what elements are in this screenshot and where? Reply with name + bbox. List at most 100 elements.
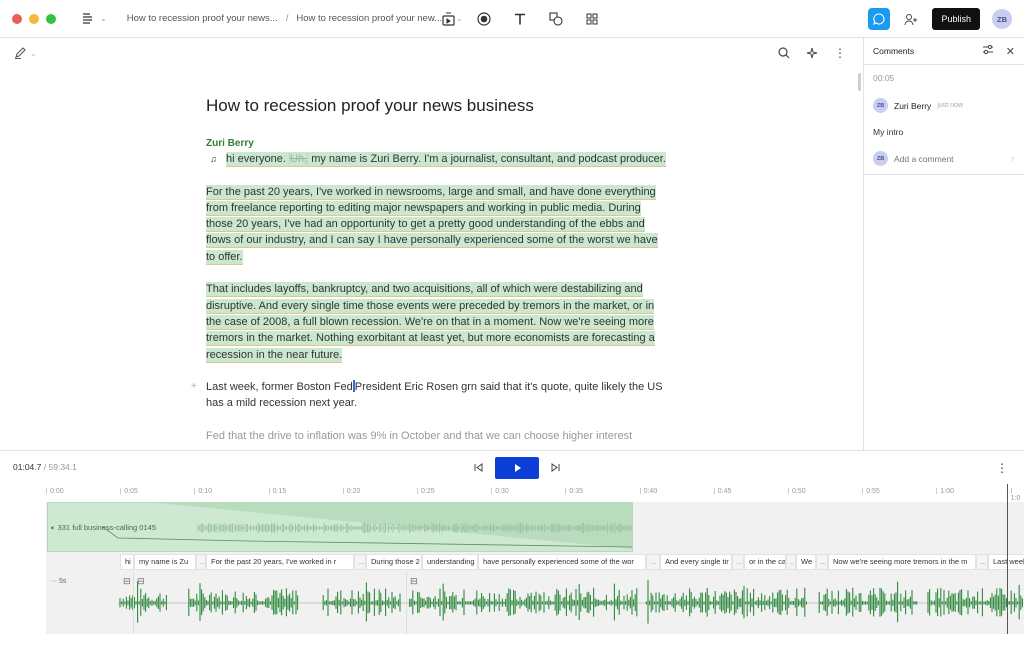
breadcrumb-project[interactable]: How to recession proof your news... xyxy=(127,13,278,24)
word-chip[interactable]: hi xyxy=(120,554,134,570)
ruler-tick: 0:15 xyxy=(269,488,287,495)
word-chip[interactable]: Last week, xyxy=(988,554,1024,570)
playhead[interactable] xyxy=(1007,484,1008,634)
speaker-label[interactable]: Zuri Berry xyxy=(206,138,666,149)
word-chip[interactable]: Now we're seeing more tremors in the m xyxy=(828,554,976,570)
comment-icon xyxy=(873,13,885,25)
word-gap-chip[interactable]: ... xyxy=(646,554,660,570)
user-avatar[interactable]: ZB xyxy=(992,9,1012,29)
skip-forward-icon[interactable] xyxy=(551,462,560,474)
playback-controls xyxy=(474,457,560,479)
ruler-tick: 1:00 xyxy=(936,488,954,495)
transcript-paragraph[interactable]: For the past 20 years, I've worked in ne… xyxy=(206,184,666,265)
publish-button[interactable]: Publish xyxy=(932,8,980,30)
window-controls xyxy=(12,13,56,24)
removed-filler-word[interactable]: Uh, xyxy=(289,153,309,165)
record-icon[interactable] xyxy=(476,11,492,27)
text-icon[interactable] xyxy=(512,11,528,27)
word-gap-chip[interactable]: .. xyxy=(786,554,796,570)
comment-author: ZB Zuri Berry just now xyxy=(873,98,1015,113)
ruler-tick: 0:05 xyxy=(120,488,138,495)
send-arrow-icon[interactable]: ↑ xyxy=(1011,154,1016,164)
word-chip[interactable]: During those 2 xyxy=(366,554,422,570)
comments-toggle-button[interactable] xyxy=(868,8,891,30)
editor-actions: ⋮ xyxy=(777,46,847,60)
time-readout: 01:04.7 / 59:34.1 xyxy=(13,462,77,472)
comment-text: My intro xyxy=(873,127,904,137)
ruler-tick: 0:50 xyxy=(788,488,806,495)
music-clip[interactable]: 🔈︎ 331 full business-calling 0145 xyxy=(47,502,633,552)
word-gap-chip[interactable]: ... xyxy=(976,554,988,570)
skip-back-icon[interactable] xyxy=(474,462,483,474)
grid-icon[interactable] xyxy=(584,11,600,27)
ruler-tick: 0:20 xyxy=(343,488,361,495)
transcript-paragraph[interactable]: ♫ hi everyone. Uh, my name is Zuri Berry… xyxy=(206,151,666,167)
word-gap-chip[interactable]: .. xyxy=(196,554,206,570)
media-icon[interactable] xyxy=(440,11,456,27)
close-icon[interactable]: ✕ xyxy=(1006,45,1015,58)
timeline-ruler[interactable]: 0:00 0:05 0:10 0:15 0:20 0:25 0:30 0:35 0:40 0:45… xyxy=(0,484,1024,502)
breadcrumb-composition[interactable]: How to recession proof your new... xyxy=(296,13,442,24)
search-icon[interactable] xyxy=(777,46,791,60)
transcript-text: For the past 20 years, I've worked in ne… xyxy=(206,184,658,264)
comments-header: Comments ✕ xyxy=(864,38,1024,65)
comment-timestamp[interactable]: 00:05 xyxy=(873,73,1015,83)
speaker-volume-icon: 🔈︎ xyxy=(51,523,56,532)
edit-mode-button[interactable]: ⌄ xyxy=(14,47,37,59)
voice-track-label[interactable]: ··· 5s xyxy=(50,578,66,585)
music-note-icon[interactable]: ♫ xyxy=(210,151,217,167)
time-separator: / xyxy=(43,462,47,472)
word-chip[interactable]: understanding xyxy=(422,554,478,570)
word-gap-chip[interactable]: ... xyxy=(816,554,828,570)
scene-marker-icon[interactable]: ⊟ xyxy=(123,576,132,587)
transcript-text: hi everyone. xyxy=(226,153,286,165)
play-button[interactable] xyxy=(495,457,539,479)
word-chip[interactable]: have personally experienced some of the … xyxy=(478,554,646,570)
close-window-button[interactable] xyxy=(12,13,22,24)
word-chip[interactable]: For the past 20 years, I've worked in r xyxy=(206,554,354,570)
transcript-paragraph[interactable]: That includes layoffs, bankruptcy, and t… xyxy=(206,281,666,362)
word-chip[interactable]: And every single tir xyxy=(660,554,732,570)
editor-scrollbar[interactable] xyxy=(858,73,861,91)
ruler-tick: 0:45 xyxy=(714,488,732,495)
invite-user-button[interactable] xyxy=(902,10,920,28)
transcript-text: That includes layoffs, bankruptcy, and t… xyxy=(206,282,655,362)
more-options-icon[interactable]: ⋮ xyxy=(833,46,847,60)
word-chip[interactable]: or in the ca: xyxy=(744,554,786,570)
pencil-icon xyxy=(15,47,26,59)
word-gap-chip[interactable]: ... xyxy=(354,554,366,570)
transcript-text: Fed that the drive to inflation was 9% i… xyxy=(206,430,633,443)
word-chip[interactable]: my name is Zu xyxy=(134,554,196,570)
more-options-icon[interactable]: ⋮ xyxy=(996,461,1008,475)
word-chip[interactable]: We xyxy=(796,554,816,570)
editor-toolbar: ⌄ ⋮ xyxy=(0,38,863,70)
ai-sparkle-icon[interactable] xyxy=(805,46,819,60)
add-user-icon xyxy=(904,13,918,25)
filter-icon[interactable] xyxy=(982,44,994,58)
breadcrumb-separator: / xyxy=(285,13,289,24)
word-gap-chip[interactable]: ... xyxy=(732,554,744,570)
ruler-tick: 0:55 xyxy=(862,488,880,495)
chevron-down-icon: ⌄ xyxy=(30,48,37,58)
scene-marker-icon[interactable]: ⊟ xyxy=(137,576,146,587)
transcript-text: my name is Zuri Berry. I'm a journalist,… xyxy=(311,153,666,165)
maximize-window-button[interactable] xyxy=(46,13,56,24)
ruler-tick: 0:00 xyxy=(46,488,64,495)
transcript-text: Last week, former Boston Fed xyxy=(206,381,353,394)
scene-marker-icon[interactable]: ⊟ xyxy=(410,576,419,587)
ruler-tick: 1:0 xyxy=(1011,488,1024,502)
document-title[interactable]: How to recession proof your news busines… xyxy=(206,96,666,116)
document-menu-button[interactable]: ⌄ xyxy=(82,13,107,24)
minimize-window-button[interactable] xyxy=(29,13,39,24)
insert-toolbar xyxy=(440,0,600,38)
comments-panel: Comments ✕ 00:05 ZB Zuri Berry just now … xyxy=(863,38,1024,450)
add-comment-input[interactable] xyxy=(894,153,994,164)
clip-boundary xyxy=(406,572,407,634)
add-block-icon[interactable]: + xyxy=(191,379,197,395)
transcript-paragraph[interactable]: Fed that the drive to inflation was 9% i… xyxy=(206,428,666,444)
comment-thread[interactable]: 00:05 ZB Zuri Berry just now My intro ZB… xyxy=(864,65,1024,175)
voice-waveform[interactable] xyxy=(118,572,1024,634)
shapes-icon[interactable] xyxy=(548,11,564,27)
transcript-paragraph[interactable]: + Last week, former Boston Fed President … xyxy=(191,379,666,412)
comment-time: just now xyxy=(937,102,963,109)
